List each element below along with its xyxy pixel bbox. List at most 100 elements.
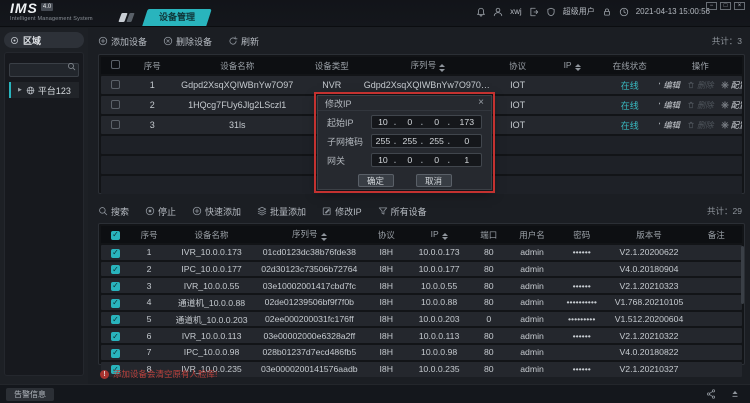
gateway-input[interactable]: 10001 (371, 153, 482, 167)
cell-ip: 10.0.0.88 (409, 297, 470, 307)
username: xwj (510, 7, 522, 16)
lock-icon[interactable] (602, 7, 612, 17)
cell-serial: 02d30123c73506b72764 (255, 264, 364, 274)
tree-item-platform[interactable]: ▶ 平台123 (9, 82, 79, 98)
row-checkbox[interactable] (111, 299, 120, 308)
ok-button[interactable]: 确定 (358, 174, 394, 187)
modify-ip-button[interactable]: 修改IP (322, 205, 362, 218)
logout-icon[interactable] (529, 7, 539, 17)
tab-device-management[interactable]: 设备管理 (142, 9, 212, 26)
table-row[interactable]: 2 IPC_10.0.0.177 02d30123c73506b72764 I8… (101, 262, 742, 277)
header-serial[interactable]: 序列号 (255, 228, 364, 241)
ip-segment[interactable]: 1 (453, 155, 481, 165)
bell-icon[interactable] (476, 7, 486, 17)
edit-button[interactable]: 编辑 (659, 79, 680, 91)
subnet-mask-input[interactable]: 255 255 255 0 (371, 134, 482, 148)
header-serial[interactable]: 序列号 (364, 59, 492, 72)
warning-text: 添加设备会清空原有人脸库! (113, 368, 217, 380)
ip-segment[interactable]: 0 (399, 155, 421, 165)
close-icon[interactable]: × (478, 98, 484, 108)
apps-grid-icon[interactable] (118, 13, 134, 22)
cell-no: 2 (130, 264, 168, 274)
table-row[interactable]: 3 IVR_10.0.0.55 03e10002001417cbd7fc I8H… (101, 278, 742, 293)
topbar-right: xwj 超级用户 2021-04-13 15:00:56 (476, 6, 710, 17)
ip-segment[interactable]: 0 (426, 155, 448, 165)
config-button[interactable]: 配置 (721, 119, 742, 131)
ip-segment[interactable]: 255 (426, 136, 448, 146)
ip-segment[interactable]: 255 (399, 136, 421, 146)
ip-segment[interactable]: 0 (426, 117, 448, 127)
sort-icon[interactable] (439, 64, 445, 72)
vertical-scrollbar[interactable] (741, 246, 744, 304)
delete-device-button[interactable]: 删除设备 (163, 35, 212, 48)
logo-version-badge: 4.0 (41, 3, 53, 11)
table-row[interactable]: 5 通道机_10.0.0.203 02ee000200031fc176ff I8… (101, 312, 742, 327)
region-header: 区域 (4, 32, 84, 48)
sort-icon[interactable] (442, 233, 448, 241)
row-checkbox[interactable] (111, 282, 120, 291)
table-row[interactable]: 7 IPC_10.0.0.98 028b01237d7ecd486fb5 I8H… (101, 345, 742, 360)
main-content: 添加设备 删除设备 刷新 共计：3 序号 设备名称 设备类型 序列号 协议 IP… (90, 28, 750, 384)
refresh-button[interactable]: 刷新 (228, 35, 259, 48)
ip-segment[interactable]: 173 (453, 117, 481, 127)
row-checkbox[interactable] (111, 332, 120, 341)
batch-add-button[interactable]: 批量添加 (257, 205, 306, 218)
user-icon[interactable] (493, 7, 503, 17)
all-devices-filter[interactable]: 所有设备 (378, 205, 427, 218)
delete-button[interactable]: 删除 (687, 99, 714, 111)
start-ip-label: 起始IP (327, 116, 371, 129)
row-checkbox[interactable] (111, 249, 120, 258)
cell-device-name: Gdpd2XsqXQIWBnYw7O97 (175, 80, 300, 90)
close-button[interactable]: × (734, 2, 745, 10)
minimize-button[interactable]: − (706, 2, 717, 10)
cell-password: •••••••••• (556, 297, 607, 307)
add-device-button[interactable]: 添加设备 (98, 35, 147, 48)
ip-segment[interactable]: 10 (372, 117, 394, 127)
title-bar: IMS 4.0 Intelligent Management System 设备… (0, 0, 750, 27)
header-ip[interactable]: IP (543, 60, 601, 72)
table-row[interactable]: 4 通道机_10.0.0.88 02de01239506bf9f7f0b I8H… (101, 295, 742, 310)
row-checkbox[interactable] (111, 120, 120, 129)
maximize-button[interactable]: □ (720, 2, 731, 10)
cell-ip: 10.0.0.55 (409, 281, 470, 291)
stop-button[interactable]: 停止 (145, 205, 176, 218)
chevron-right-icon[interactable]: ▶ (18, 87, 22, 93)
header-online-status: 在线状态 (601, 60, 659, 72)
row-checkbox[interactable] (111, 315, 120, 324)
cancel-button[interactable]: 取消 (416, 174, 452, 187)
cell-serial: 03e00002000e6328a2ff (255, 331, 364, 341)
cell-username: admin (508, 247, 556, 257)
row-checkbox[interactable] (111, 80, 120, 89)
select-all-checkbox[interactable] (111, 60, 120, 69)
ip-segment[interactable]: 10 (372, 155, 394, 165)
delete-button[interactable]: 删除 (687, 119, 714, 131)
quick-add-button[interactable]: 快速添加 (192, 205, 241, 218)
start-ip-input[interactable]: 10 00 173 (371, 115, 482, 129)
header-ip[interactable]: IP (409, 229, 470, 241)
edit-button[interactable]: 编辑 (659, 119, 680, 131)
sort-icon[interactable] (575, 64, 581, 72)
config-button[interactable]: 配置 (721, 99, 742, 111)
delete-button[interactable]: 删除 (687, 79, 714, 91)
config-button[interactable]: 配置 (721, 79, 742, 91)
search-button[interactable]: 搜索 (98, 205, 129, 218)
row-checkbox[interactable] (111, 349, 120, 358)
table-row[interactable]: 1 IVR_10.0.0.173 01cd0123dc38b76fde38 I8… (101, 245, 742, 260)
eject-icon[interactable] (730, 389, 740, 399)
table-row[interactable]: 1 Gdpd2XsqXQIWBnYw7O97 NVR Gdpd2XsqXQIWB… (101, 76, 742, 94)
table-row[interactable]: 6 IVR_10.0.0.113 03e00002000e6328a2ff I8… (101, 328, 742, 343)
cell-username: admin (508, 297, 556, 307)
cell-online-status: 在线 (601, 99, 659, 112)
trash-icon (687, 81, 695, 89)
ip-segment[interactable]: 0 (453, 136, 481, 146)
alarm-info-button[interactable]: 告警信息 (6, 388, 54, 401)
cell-ip: 10.0.0.98 (409, 347, 470, 357)
share-icon[interactable] (706, 389, 716, 399)
select-all-checkbox[interactable] (111, 231, 120, 240)
ip-segment[interactable]: 255 (372, 136, 394, 146)
ip-segment[interactable]: 0 (399, 117, 421, 127)
sort-icon[interactable] (321, 233, 327, 241)
edit-button[interactable]: 编辑 (659, 99, 680, 111)
row-checkbox[interactable] (111, 265, 120, 274)
row-checkbox[interactable] (111, 100, 120, 109)
